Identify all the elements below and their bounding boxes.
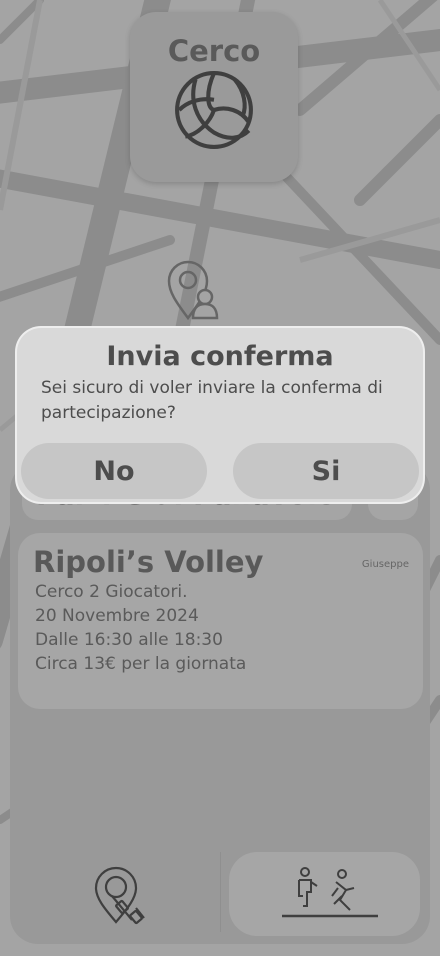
nav-gym-tab[interactable]	[30, 852, 210, 936]
dialog-title: Invia conferma	[106, 341, 334, 372]
post-title: Ripoli’s Volley	[33, 545, 264, 579]
post-card[interactable]: Ripoli’s Volley Giuseppe Cerco 2 Giocato…	[18, 533, 423, 709]
nav-sports-tab[interactable]	[229, 852, 420, 936]
volleyball-icon	[175, 71, 253, 149]
post-time: Dalle 16:30 alle 18:30	[35, 630, 223, 650]
dialog-message: Sei sicuro di voler inviare la conferma …	[41, 378, 383, 423]
post-price: Circa 13€ per la giornata	[35, 654, 247, 674]
sport-activities-icon	[282, 867, 378, 918]
post-date: 20 Novembre 2024	[35, 606, 199, 626]
post-players-needed: Cerco 2 Giocatori.	[35, 582, 188, 602]
nav-divider	[220, 852, 221, 932]
location-user-pin-icon[interactable]	[166, 258, 222, 322]
confirm-dialog: Invia conferma Sei sicuro di voler invia…	[17, 328, 423, 502]
no-button[interactable]: No	[21, 443, 207, 499]
gym-location-icon	[94, 866, 145, 925]
search-card[interactable]: Cerco	[130, 12, 298, 182]
yes-button[interactable]: Si	[233, 443, 419, 499]
search-card-title: Cerco	[167, 34, 261, 68]
post-author: Giuseppe	[361, 559, 409, 570]
